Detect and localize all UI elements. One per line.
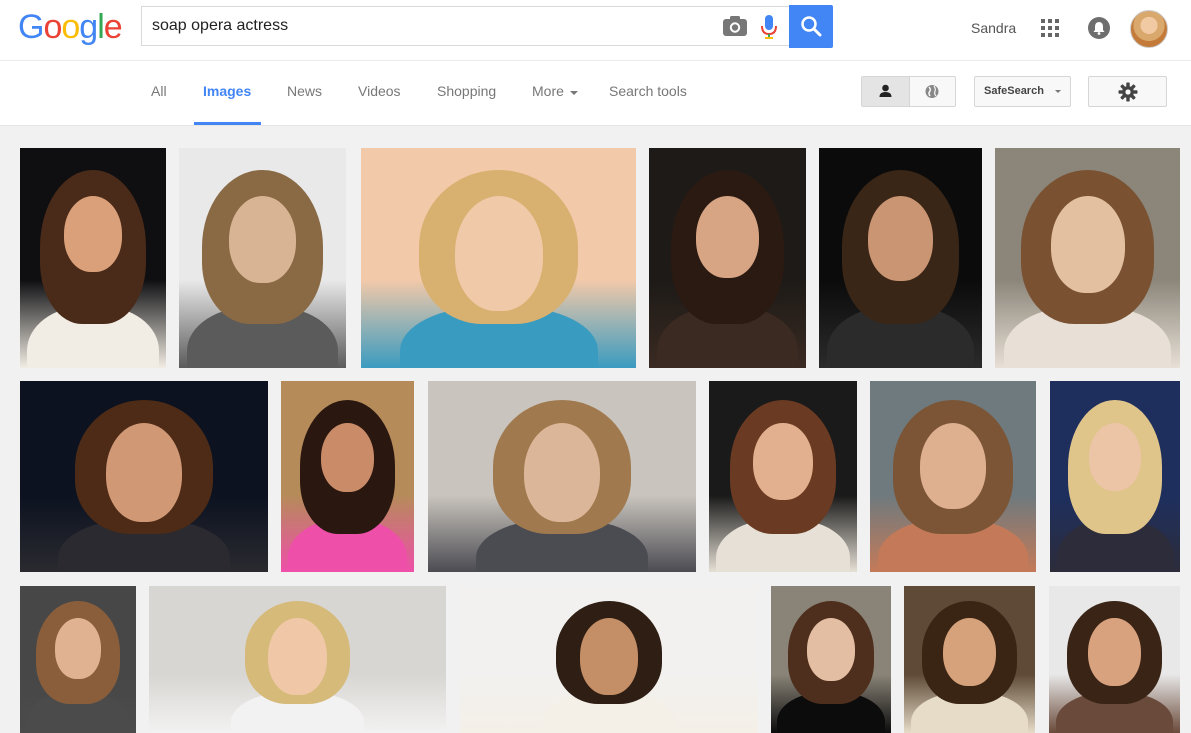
tab-images[interactable]: Images bbox=[203, 83, 251, 99]
chevron-down-icon bbox=[570, 91, 578, 95]
face-shape bbox=[268, 618, 327, 695]
globe-icon bbox=[925, 85, 939, 98]
image-result[interactable] bbox=[819, 148, 982, 368]
tab-more[interactable]: More bbox=[532, 83, 564, 99]
logo-letter: o bbox=[43, 8, 62, 46]
image-result[interactable] bbox=[179, 148, 346, 368]
microphone-icon[interactable] bbox=[759, 14, 779, 40]
face-shape bbox=[229, 196, 296, 284]
image-result[interactable] bbox=[649, 148, 806, 368]
active-tab-indicator bbox=[194, 122, 261, 125]
image-result[interactable] bbox=[1050, 381, 1180, 572]
gear-icon bbox=[1118, 82, 1138, 102]
notifications-icon[interactable] bbox=[1087, 16, 1111, 40]
image-result[interactable] bbox=[870, 381, 1036, 572]
image-result[interactable] bbox=[361, 148, 636, 368]
image-result[interactable] bbox=[709, 381, 857, 572]
tab-search-tools[interactable]: Search tools bbox=[609, 83, 687, 99]
face-shape bbox=[1089, 423, 1141, 491]
image-result[interactable] bbox=[20, 148, 166, 368]
chevron-down-icon bbox=[1055, 90, 1061, 93]
face-shape bbox=[454, 196, 543, 311]
tab-news[interactable]: News bbox=[287, 83, 322, 99]
image-result[interactable] bbox=[460, 586, 758, 733]
image-result[interactable] bbox=[771, 586, 891, 733]
face-shape bbox=[1088, 618, 1141, 687]
face-shape bbox=[320, 423, 375, 493]
image-result[interactable] bbox=[20, 381, 268, 572]
logo-letter: e bbox=[103, 8, 123, 46]
top-bar: Google Sandra bbox=[0, 0, 1191, 60]
image-result[interactable] bbox=[20, 586, 136, 733]
image-result[interactable] bbox=[1049, 586, 1180, 733]
apps-grid-icon[interactable] bbox=[1041, 19, 1059, 37]
face-shape bbox=[943, 618, 996, 687]
image-result[interactable] bbox=[281, 381, 414, 572]
logo-letter: G bbox=[18, 8, 44, 46]
avatar[interactable] bbox=[1130, 10, 1168, 48]
face-shape bbox=[63, 196, 123, 273]
face-shape bbox=[54, 618, 102, 679]
face-shape bbox=[523, 423, 601, 523]
settings-button[interactable] bbox=[1088, 76, 1167, 107]
face-shape bbox=[579, 618, 639, 695]
search-icon bbox=[801, 16, 822, 37]
search-box[interactable] bbox=[141, 6, 789, 46]
tab-videos[interactable]: Videos bbox=[358, 83, 401, 99]
logo-letter: g bbox=[79, 8, 98, 46]
face-shape bbox=[807, 618, 855, 681]
tab-all[interactable]: All bbox=[151, 83, 167, 99]
face-shape bbox=[105, 423, 183, 523]
face-shape bbox=[1050, 196, 1125, 293]
result-filter-toggle bbox=[861, 76, 956, 107]
face-shape bbox=[753, 423, 813, 500]
face-shape bbox=[696, 196, 759, 279]
safesearch-label: SafeSearch bbox=[984, 85, 1044, 97]
face-shape bbox=[867, 196, 934, 282]
person-icon bbox=[879, 84, 892, 97]
tab-shopping[interactable]: Shopping bbox=[437, 83, 496, 99]
image-result[interactable] bbox=[428, 381, 696, 572]
person-filter-button[interactable] bbox=[862, 77, 910, 106]
search-button[interactable] bbox=[789, 5, 833, 48]
safesearch-button[interactable]: SafeSearch bbox=[974, 76, 1071, 107]
face-shape bbox=[919, 423, 987, 510]
image-result[interactable] bbox=[904, 586, 1035, 733]
camera-icon[interactable] bbox=[722, 15, 748, 37]
user-name: Sandra bbox=[971, 20, 1017, 36]
globe-filter-button[interactable] bbox=[910, 77, 955, 106]
image-result[interactable] bbox=[149, 586, 446, 733]
image-result[interactable] bbox=[995, 148, 1180, 368]
search-input[interactable] bbox=[152, 16, 712, 36]
google-logo[interactable]: Google bbox=[18, 8, 123, 47]
logo-letter: o bbox=[61, 8, 80, 46]
